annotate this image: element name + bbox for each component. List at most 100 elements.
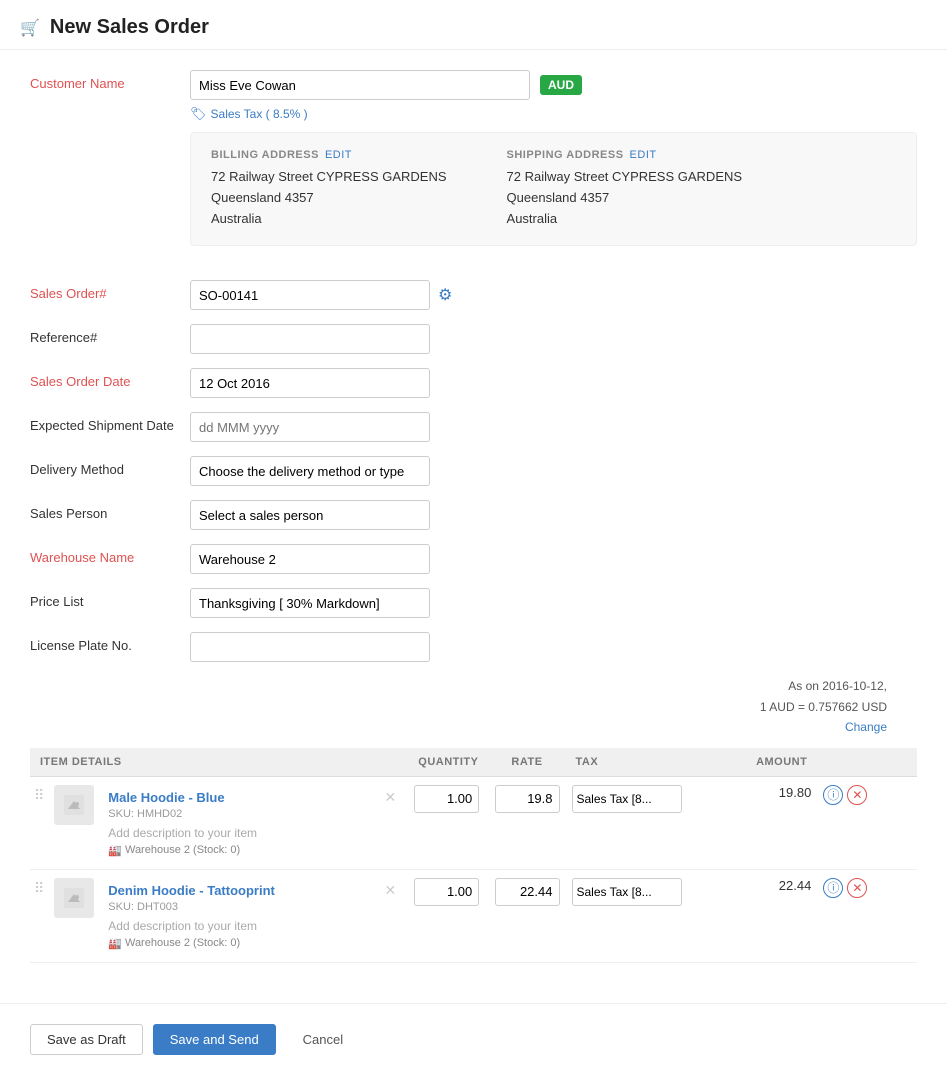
table-row: ⠿ Denim Hoodie - Tattooprint ✕ SKU: DHT0… xyxy=(30,869,917,962)
price-list-label: Price List xyxy=(30,588,190,609)
sales-order-date-input[interactable] xyxy=(190,368,430,398)
sales-person-select[interactable]: Select a sales person xyxy=(190,500,430,530)
billing-address-title: BILLING ADDRESS EDIT xyxy=(211,149,447,161)
billing-address-lines: 72 Railway Street CYPRESS GARDENS Queens… xyxy=(211,167,447,229)
rate-input-0[interactable] xyxy=(495,785,560,813)
license-plate-row: License Plate No. xyxy=(30,632,917,662)
tax-select-1[interactable]: Sales Tax [8... xyxy=(572,878,682,906)
drag-handle-cell: ⠿ xyxy=(30,869,48,962)
aud-badge[interactable]: AUD xyxy=(540,75,582,95)
currency-info: As on 2016-10-12, 1 AUD = 0.757662 USD C… xyxy=(30,676,917,737)
page-title: New Sales Order xyxy=(50,16,209,39)
expected-shipment-input[interactable] xyxy=(190,412,430,442)
reference-input[interactable] xyxy=(190,324,430,354)
item-warehouse-1: 🏭 Warehouse 2 (Stock: 0) xyxy=(108,937,396,950)
item-desc-0[interactable]: Add description to your item xyxy=(108,826,396,840)
shipping-address-lines: 72 Railway Street CYPRESS GARDENS Queens… xyxy=(507,167,743,229)
tax-label: Sales Tax ( 8.5% ) xyxy=(211,107,308,121)
row-actions-0: ⓘ ✕ xyxy=(823,781,911,805)
save-draft-button[interactable]: Save as Draft xyxy=(30,1024,143,1055)
footer-buttons: Save as Draft Save and Send Cancel xyxy=(0,1003,947,1075)
row-actions-1: ⓘ ✕ xyxy=(823,874,911,898)
rate-input-1[interactable] xyxy=(495,878,560,906)
main-content: Customer Name Miss Eve Cowan AUD 🏷 Sales… xyxy=(0,50,947,983)
shipping-address-title: SHIPPING ADDRESS EDIT xyxy=(507,149,743,161)
license-plate-control xyxy=(190,632,917,662)
item-detail-0: Male Hoodie - Blue ✕ SKU: HMHD02 Add des… xyxy=(102,785,402,861)
sales-order-date-row: Sales Order Date xyxy=(30,368,917,398)
item-desc-1[interactable]: Add description to your item xyxy=(108,919,396,933)
customer-input-row: Miss Eve Cowan AUD xyxy=(190,70,917,100)
th-item-details: ITEM DETAILS xyxy=(30,748,408,777)
delivery-method-control: Choose the delivery method or type to ad… xyxy=(190,456,917,486)
page-header: 🛒 New Sales Order xyxy=(0,0,947,50)
sales-order-input[interactable] xyxy=(190,280,430,310)
th-quantity: QUANTITY xyxy=(408,748,488,777)
expected-shipment-row: Expected Shipment Date xyxy=(30,412,917,442)
license-plate-input[interactable] xyxy=(190,632,430,662)
sales-person-label: Sales Person xyxy=(30,500,190,521)
warehouse-select[interactable]: Warehouse 2 xyxy=(190,544,430,574)
item-warehouse-0: 🏭 Warehouse 2 (Stock: 0) xyxy=(108,844,396,857)
sales-order-control: ⚙ xyxy=(190,280,917,310)
qty-input-0[interactable] xyxy=(414,785,479,813)
sales-order-label: Sales Order# xyxy=(30,280,190,301)
drag-handle[interactable]: ⠿ xyxy=(34,870,44,897)
cancel-button[interactable]: Cancel xyxy=(286,1024,360,1055)
expected-shipment-control xyxy=(190,412,917,442)
warehouse-icon-0: 🏭 xyxy=(108,844,122,857)
save-send-button[interactable]: Save and Send xyxy=(153,1024,276,1055)
delivery-method-select[interactable]: Choose the delivery method or type to ad… xyxy=(190,456,430,486)
amount-cell-0: 19.80 xyxy=(691,776,818,869)
shipping-address-edit[interactable]: EDIT xyxy=(630,149,657,161)
item-remove-0[interactable]: ✕ xyxy=(385,789,397,806)
shipping-address-block: SHIPPING ADDRESS EDIT 72 Railway Street … xyxy=(507,149,743,229)
warehouse-label: Warehouse Name xyxy=(30,544,190,565)
warehouse-icon-1: 🏭 xyxy=(108,937,122,950)
currency-line1: As on 2016-10-12, xyxy=(788,679,887,693)
items-table: ITEM DETAILS QUANTITY RATE TAX AMOUNT ⠿ xyxy=(30,748,917,963)
drag-handle-cell: ⠿ xyxy=(30,776,48,869)
tax-select-0[interactable]: Sales Tax [8... xyxy=(572,785,682,813)
reference-row: Reference# xyxy=(30,324,917,354)
currency-change-link[interactable]: Change xyxy=(845,720,887,734)
info-button-0[interactable]: ⓘ xyxy=(823,785,843,805)
th-rate: RATE xyxy=(489,748,566,777)
reference-label: Reference# xyxy=(30,324,190,345)
billing-address-edit[interactable]: EDIT xyxy=(325,149,352,161)
qty-input-1[interactable] xyxy=(414,878,479,906)
price-list-select[interactable]: Thanksgiving [ 30% Markdown] xyxy=(190,588,430,618)
sales-order-date-label: Sales Order Date xyxy=(30,368,190,389)
table-header-row: ITEM DETAILS QUANTITY RATE TAX AMOUNT xyxy=(30,748,917,777)
item-name-0[interactable]: Male Hoodie - Blue xyxy=(108,790,224,805)
sales-order-page: 🛒 New Sales Order Customer Name Miss Eve… xyxy=(0,0,947,1075)
sales-person-control: Select a sales person xyxy=(190,500,917,530)
item-name-1[interactable]: Denim Hoodie - Tattooprint xyxy=(108,883,275,898)
delete-button-0[interactable]: ✕ xyxy=(847,785,867,805)
sales-order-date-control xyxy=(190,368,917,398)
drag-handle[interactable]: ⠿ xyxy=(34,777,44,804)
price-list-row: Price List Thanksgiving [ 30% Markdown] xyxy=(30,588,917,618)
tax-link[interactable]: 🏷 Sales Tax ( 8.5% ) xyxy=(190,106,917,122)
customer-name-select[interactable]: Miss Eve Cowan xyxy=(190,70,530,100)
delete-button-1[interactable]: ✕ xyxy=(847,878,867,898)
delivery-method-label: Delivery Method xyxy=(30,456,190,477)
gear-icon[interactable]: ⚙ xyxy=(438,285,452,305)
amount-cell-1: 22.44 xyxy=(691,869,818,962)
customer-control-wrap: Miss Eve Cowan AUD 🏷 Sales Tax ( 8.5% ) … xyxy=(190,70,917,266)
reference-control xyxy=(190,324,917,354)
item-thumbnail-1 xyxy=(54,878,94,918)
item-sku-0: SKU: HMHD02 xyxy=(108,808,396,820)
table-row: ⠿ Male Hoodie - Blue ✕ SKU: HMHD02 Add d… xyxy=(30,776,917,869)
sales-order-row: Sales Order# ⚙ xyxy=(30,280,917,310)
price-list-control: Thanksgiving [ 30% Markdown] xyxy=(190,588,917,618)
item-remove-1[interactable]: ✕ xyxy=(385,882,397,899)
currency-line2: 1 AUD = 0.757662 USD xyxy=(760,700,887,714)
delivery-method-row: Delivery Method Choose the delivery meth… xyxy=(30,456,917,486)
item-thumbnail-0 xyxy=(54,785,94,825)
cart-icon: 🛒 xyxy=(20,18,40,38)
license-plate-label: License Plate No. xyxy=(30,632,190,653)
info-button-1[interactable]: ⓘ xyxy=(823,878,843,898)
warehouse-row: Warehouse Name Warehouse 2 xyxy=(30,544,917,574)
th-tax: TAX xyxy=(566,748,691,777)
